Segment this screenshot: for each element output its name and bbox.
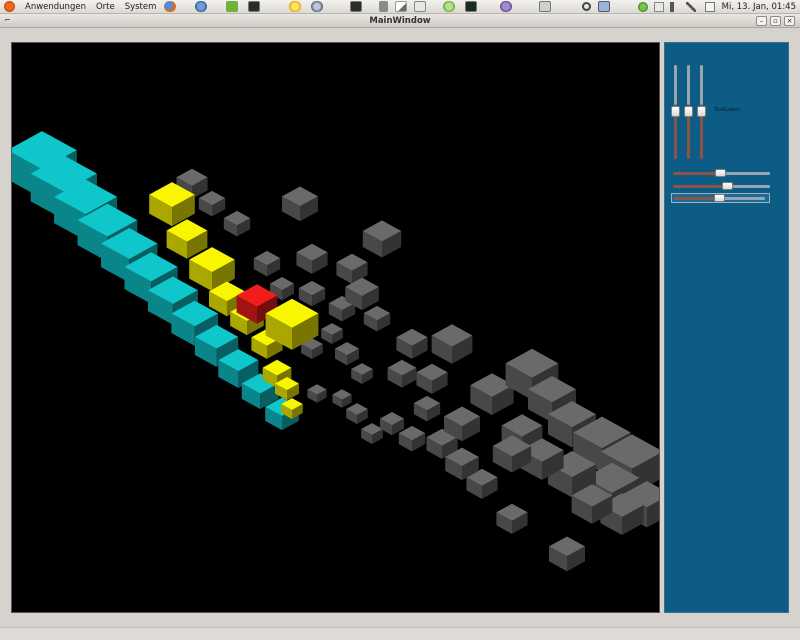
grey-cube xyxy=(361,423,383,444)
grey-cube xyxy=(362,220,402,258)
network-icon[interactable] xyxy=(637,1,648,12)
grey-cube xyxy=(335,342,359,366)
mail-icon[interactable] xyxy=(704,1,715,12)
terminal-icon[interactable] xyxy=(248,1,261,12)
minimize-button[interactable]: – xyxy=(756,16,767,26)
notes-icon[interactable] xyxy=(653,1,664,12)
terminal2-icon[interactable] xyxy=(350,1,363,12)
grey-cube xyxy=(363,305,391,332)
power-icon[interactable] xyxy=(685,1,696,12)
grey-cube xyxy=(307,384,327,403)
search-icon[interactable] xyxy=(582,2,592,11)
grey-cube xyxy=(416,363,448,394)
vertical-slider-1[interactable] xyxy=(671,65,680,159)
grey-cube xyxy=(380,412,404,436)
screenshot-icon[interactable] xyxy=(539,1,552,12)
text-label: TextLabel xyxy=(714,107,740,113)
grey-cube xyxy=(431,324,473,364)
menu-system[interactable]: System xyxy=(120,0,162,14)
horizontal-slider-2[interactable] xyxy=(673,182,770,190)
grey-cube xyxy=(282,186,318,222)
slider-handle[interactable] xyxy=(684,106,693,117)
gimp-icon[interactable] xyxy=(500,1,513,12)
vertical-slider-3[interactable] xyxy=(697,65,706,159)
close-button[interactable]: × xyxy=(784,16,795,26)
menu-applications[interactable]: Anwendungen xyxy=(20,0,91,14)
pidgin-icon[interactable] xyxy=(443,1,456,12)
maximize-button[interactable]: ▫ xyxy=(770,16,781,26)
grey-cube xyxy=(351,363,373,384)
grey-cube xyxy=(298,280,326,307)
slider-handle[interactable] xyxy=(722,182,733,190)
cube-scene xyxy=(12,131,659,572)
panel-clock[interactable]: Mi, 13. Jan, 01:45 xyxy=(718,2,800,12)
grey-cube xyxy=(198,190,226,217)
slider-handle[interactable] xyxy=(715,169,726,177)
slider-handle[interactable] xyxy=(697,106,706,117)
grey-cube xyxy=(549,536,585,572)
status-bar xyxy=(0,627,800,640)
window-titlebar[interactable]: ⌐ MainWindow – ▫ × xyxy=(0,14,800,28)
grey-cube xyxy=(253,250,281,277)
show-desktop-icon[interactable] xyxy=(598,1,611,12)
slider-handle[interactable] xyxy=(671,106,680,117)
bookmarks-icon[interactable] xyxy=(289,1,302,12)
3d-viewport[interactable] xyxy=(11,42,660,613)
window-title: MainWindow xyxy=(369,16,431,26)
grey-cube xyxy=(332,389,352,408)
firefox-icon[interactable] xyxy=(164,1,177,12)
ubuntu-logo-icon[interactable] xyxy=(4,1,15,12)
grey-cube xyxy=(387,359,417,388)
grey-cube xyxy=(396,328,428,359)
slider-handle[interactable] xyxy=(714,194,725,202)
text-editor-icon[interactable] xyxy=(395,1,408,12)
grey-cube xyxy=(496,503,528,534)
grey-cube xyxy=(346,403,368,424)
grey-cube xyxy=(398,425,426,452)
control-panel: TextLabel xyxy=(664,42,789,613)
vertical-slider-2[interactable] xyxy=(684,65,693,159)
system-monitor-icon[interactable] xyxy=(465,1,478,12)
calculator-icon[interactable] xyxy=(379,1,389,12)
grey-cube xyxy=(223,210,251,237)
grey-cube xyxy=(321,323,343,344)
settings-icon[interactable] xyxy=(311,1,324,12)
grey-cube xyxy=(296,243,328,274)
menu-places[interactable]: Orte xyxy=(91,0,120,14)
horizontal-slider-1[interactable] xyxy=(673,169,770,177)
thunderbird-icon[interactable] xyxy=(195,1,208,12)
volume-icon[interactable] xyxy=(669,1,680,12)
dictionary-icon[interactable] xyxy=(414,1,427,12)
horizontal-slider-3[interactable] xyxy=(671,193,770,203)
grey-cube xyxy=(413,395,441,422)
qt-creator-icon[interactable] xyxy=(226,1,239,12)
top-panel: Anwendungen Orte System Mi, 13. Jan, 01:… xyxy=(0,0,800,14)
